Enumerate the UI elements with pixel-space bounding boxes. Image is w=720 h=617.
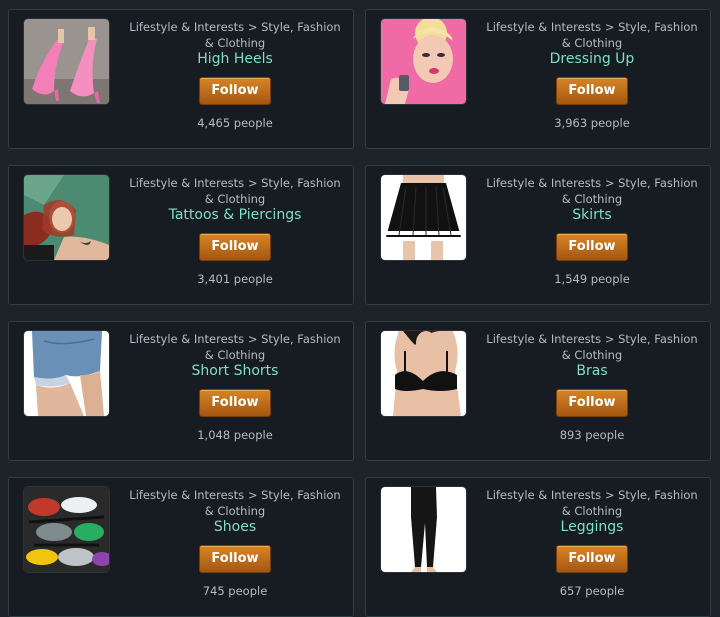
follower-count: 3,963 people <box>554 116 630 130</box>
category-path[interactable]: Lifestyle & Interests > Style, Fashion &… <box>484 487 700 519</box>
follow-button[interactable]: Follow <box>199 389 271 417</box>
interest-card: Lifestyle & Interests > Style, Fashion &… <box>8 9 354 149</box>
interest-grid: Lifestyle & Interests > Style, Fashion &… <box>0 0 720 617</box>
interest-title[interactable]: Bras <box>484 363 700 380</box>
woman-makeup-photo[interactable] <box>381 19 466 104</box>
black-leggings-image <box>381 487 466 572</box>
interest-card: Lifestyle & Interests > Style, Fashion &… <box>365 165 711 305</box>
follower-count: 745 people <box>202 584 268 598</box>
follower-count: 893 people <box>559 428 625 442</box>
follower-count: 3,401 people <box>197 272 273 286</box>
follow-button[interactable]: Follow <box>556 77 628 105</box>
follower-count: 4,465 people <box>197 116 273 130</box>
category-path[interactable]: Lifestyle & Interests > Style, Fashion &… <box>127 331 343 363</box>
interest-title[interactable]: Short Shorts <box>127 363 343 380</box>
black-bra-photo[interactable] <box>381 331 466 416</box>
interest-title[interactable]: Leggings <box>484 519 700 536</box>
follow-button[interactable]: Follow <box>199 77 271 105</box>
interest-title[interactable]: Skirts <box>484 207 700 224</box>
woman-makeup-image <box>381 19 466 104</box>
denim-shorts-photo[interactable] <box>24 331 109 416</box>
denim-shorts-image <box>24 331 109 416</box>
category-path[interactable]: Lifestyle & Interests > Style, Fashion &… <box>127 487 343 519</box>
black-bra-image <box>381 331 466 416</box>
tattooed-woman-photo[interactable] <box>24 175 109 260</box>
interest-card: Lifestyle & Interests > Style, Fashion &… <box>365 477 711 617</box>
interest-title[interactable]: High Heels <box>127 51 343 68</box>
follow-button[interactable]: Follow <box>199 233 271 261</box>
pleated-skirt-image <box>381 175 466 260</box>
interest-title[interactable]: Tattoos & Piercings <box>127 207 343 224</box>
category-path[interactable]: Lifestyle & Interests > Style, Fashion &… <box>484 19 700 51</box>
interest-card: Lifestyle & Interests > Style, Fashion &… <box>8 321 354 461</box>
follow-button[interactable]: Follow <box>199 545 271 573</box>
follower-count: 657 people <box>559 584 625 598</box>
follower-count: 1,048 people <box>197 428 273 442</box>
tattooed-woman-image <box>24 175 109 260</box>
category-path[interactable]: Lifestyle & Interests > Style, Fashion &… <box>484 331 700 363</box>
interest-card: Lifestyle & Interests > Style, Fashion &… <box>8 165 354 305</box>
pink-high-heels-photo[interactable] <box>24 19 109 104</box>
follower-count: 1,549 people <box>554 272 630 286</box>
interest-card: Lifestyle & Interests > Style, Fashion &… <box>8 477 354 617</box>
follow-button[interactable]: Follow <box>556 389 628 417</box>
pile-of-shoes-image <box>24 487 109 572</box>
category-path[interactable]: Lifestyle & Interests > Style, Fashion &… <box>484 175 700 207</box>
interest-card: Lifestyle & Interests > Style, Fashion &… <box>365 9 711 149</box>
interest-card: Lifestyle & Interests > Style, Fashion &… <box>365 321 711 461</box>
follow-button[interactable]: Follow <box>556 233 628 261</box>
black-leggings-photo[interactable] <box>381 487 466 572</box>
interest-title[interactable]: Shoes <box>127 519 343 536</box>
pleated-skirt-photo[interactable] <box>381 175 466 260</box>
interest-title[interactable]: Dressing Up <box>484 51 700 68</box>
category-path[interactable]: Lifestyle & Interests > Style, Fashion &… <box>127 175 343 207</box>
pile-of-shoes-photo[interactable] <box>24 487 109 572</box>
category-path[interactable]: Lifestyle & Interests > Style, Fashion &… <box>127 19 343 51</box>
follow-button[interactable]: Follow <box>556 545 628 573</box>
pink-high-heels-image <box>24 19 109 104</box>
